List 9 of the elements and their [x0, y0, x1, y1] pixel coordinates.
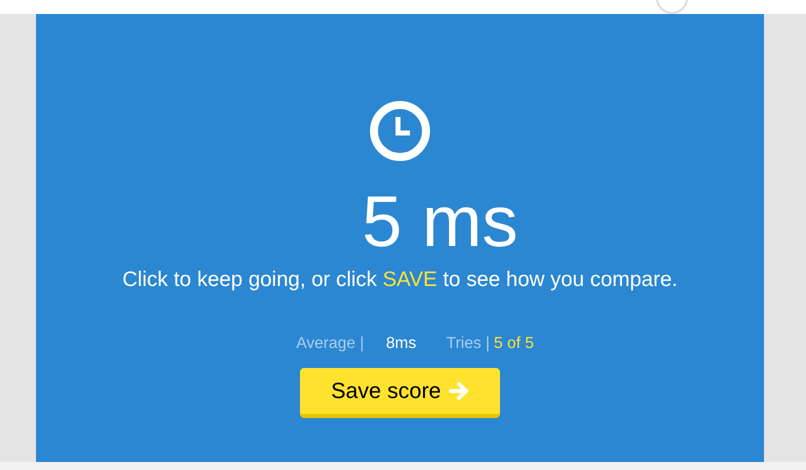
stat-value: 8ms — [386, 334, 416, 354]
arrow-right-icon — [449, 380, 470, 400]
stat-label: Tries | — [446, 334, 490, 354]
clock-icon — [369, 100, 431, 162]
time-reading: 5 ms — [362, 186, 518, 258]
stat-value: 5 of 5 — [494, 334, 534, 354]
stat-label: Average | — [296, 334, 364, 354]
save-score-button[interactable]: Save score — [300, 368, 500, 418]
instruction-text: Click to keep going, or click SAVE to see how you compare. — [122, 267, 678, 293]
